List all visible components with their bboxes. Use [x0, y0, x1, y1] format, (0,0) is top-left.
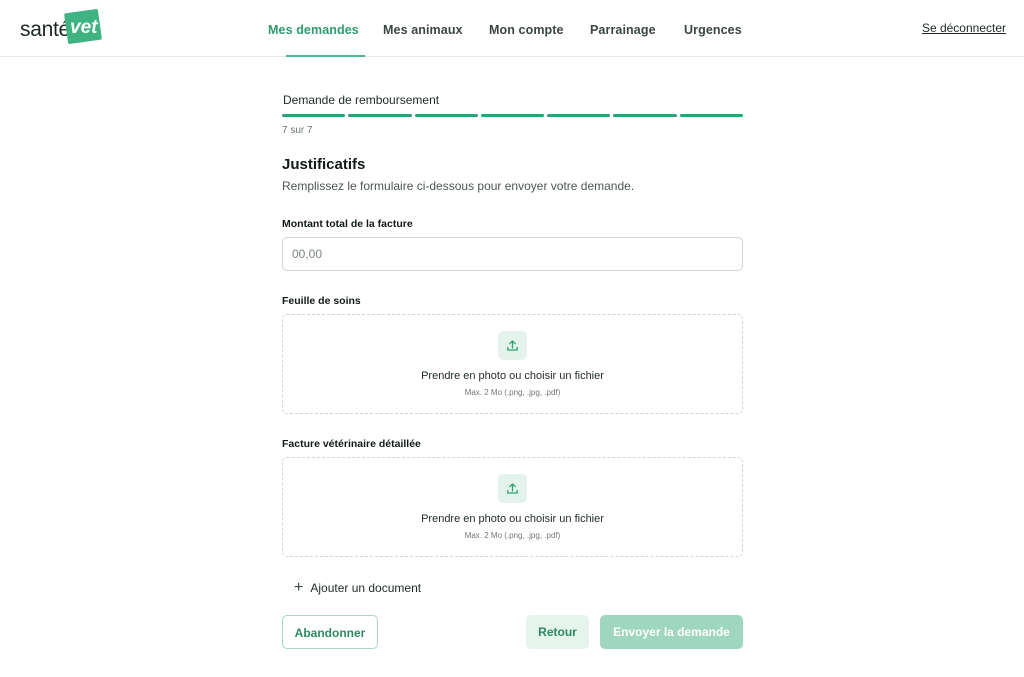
section-title: Justificatifs [282, 156, 366, 173]
amount-input[interactable] [282, 237, 743, 271]
care-sheet-label: Feuille de soins [282, 295, 361, 307]
dropzone-hint: Max. 2 Mo (.png, .jpg, .pdf) [464, 531, 561, 540]
nav-item-mon-compte[interactable]: Mon compte [489, 0, 590, 57]
care-sheet-dropzone[interactable]: Prendre en photo ou choisir un fichier M… [282, 314, 743, 414]
upload-icon [507, 340, 518, 351]
vet-invoice-label: Facture vétérinaire détaillée [282, 438, 421, 450]
progress-segment [679, 114, 743, 117]
logo-text-vet: vet [70, 17, 98, 38]
nav-item-urgences[interactable]: Urgences [684, 0, 754, 57]
progress-segment [547, 114, 611, 117]
add-document-label: Ajouter un document [310, 581, 422, 595]
vet-invoice-dropzone[interactable]: Prendre en photo ou choisir un fichier M… [282, 457, 743, 557]
progress-segment [282, 114, 346, 117]
progress-segment [480, 114, 545, 117]
dropzone-hint: Max. 2 Mo (.png, .jpg, .pdf) [464, 388, 561, 397]
logout-link[interactable]: Se déconnecter [922, 21, 1006, 35]
step-title: Demande de remboursement [283, 93, 440, 107]
top-header: santé vet Mes demandes Mes animaux Mon c… [0, 0, 1024, 57]
progress-segment [414, 114, 478, 117]
progress-bar [282, 114, 743, 117]
abandon-button[interactable]: Abandonner [282, 615, 378, 649]
amount-label: Montant total de la facture [282, 218, 413, 230]
back-button[interactable]: Retour [526, 615, 589, 649]
dropzone-action-text: Prendre en photo ou choisir un fichier [421, 513, 604, 525]
plus-icon: + [294, 579, 304, 596]
nav-item-mes-demandes[interactable]: Mes demandes [268, 0, 383, 57]
logo-text-sante: santé [20, 18, 70, 41]
upload-button[interactable] [498, 331, 527, 360]
upload-icon [507, 483, 518, 494]
progress-segment [613, 114, 677, 117]
santevet-logo[interactable]: santé vet [20, 8, 110, 45]
send-request-button[interactable]: Envoyer la demande [600, 615, 743, 649]
dropzone-action-text: Prendre en photo ou choisir un fichier [421, 370, 604, 382]
main-nav: Mes demandes Mes animaux Mon compte Parr… [268, 0, 754, 57]
nav-item-parrainage[interactable]: Parrainage [590, 0, 684, 57]
nav-item-mes-animaux[interactable]: Mes animaux [383, 0, 489, 57]
step-count: 7 sur 7 [282, 125, 313, 136]
section-subtitle: Remplissez le formulaire ci-dessous pour… [282, 179, 635, 193]
progress-segment [348, 114, 412, 117]
upload-button[interactable] [498, 474, 527, 503]
add-document-button[interactable]: + Ajouter un document [294, 579, 422, 596]
